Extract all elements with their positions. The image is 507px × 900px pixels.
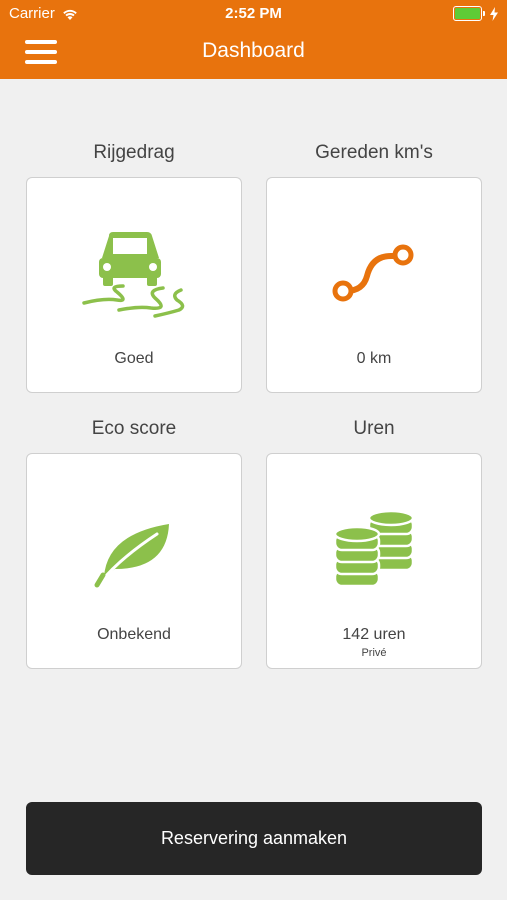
status-time: 2:52 PM (225, 5, 282, 22)
reservering-aanmaken-button[interactable]: Reservering aanmaken (26, 802, 482, 875)
tile-eco-score[interactable]: Onbekend (26, 453, 242, 669)
tile-value-gereden-kms: 0 km (356, 350, 392, 367)
tile-label-gereden-kms: Gereden km's (315, 142, 433, 163)
tile-label-eco-score: Eco score (91, 418, 177, 439)
coins-stack-icon (267, 499, 481, 599)
tile-value-uren: 142 uren (342, 626, 406, 643)
tile-rijgedrag[interactable]: Goed (26, 177, 242, 393)
battery-icon (453, 6, 485, 21)
leaf-icon (27, 499, 241, 599)
skidding-car-icon (27, 223, 241, 323)
tile-uren[interactable]: 142 uren Privé (266, 453, 482, 669)
tile-label-rijgedrag: Rijgedrag (93, 142, 175, 163)
tile-label-uren: Uren (353, 418, 395, 439)
tile-sub-uren: Privé (361, 647, 387, 659)
charging-bolt-icon (490, 6, 498, 21)
app-header: Carrier 2:52 PM Dashboard (0, 0, 507, 79)
tile-value-eco-score: Onbekend (97, 626, 171, 643)
route-icon (267, 223, 481, 323)
page-title: Dashboard (202, 39, 305, 62)
battery-indicator (453, 6, 499, 21)
tile-gereden-kms[interactable]: 0 km (266, 177, 482, 393)
tile-value-rijgedrag: Goed (114, 350, 154, 367)
reservering-aanmaken-label: Reservering aanmaken (160, 828, 348, 848)
status-bar: Carrier 2:52 PM (0, 0, 507, 28)
